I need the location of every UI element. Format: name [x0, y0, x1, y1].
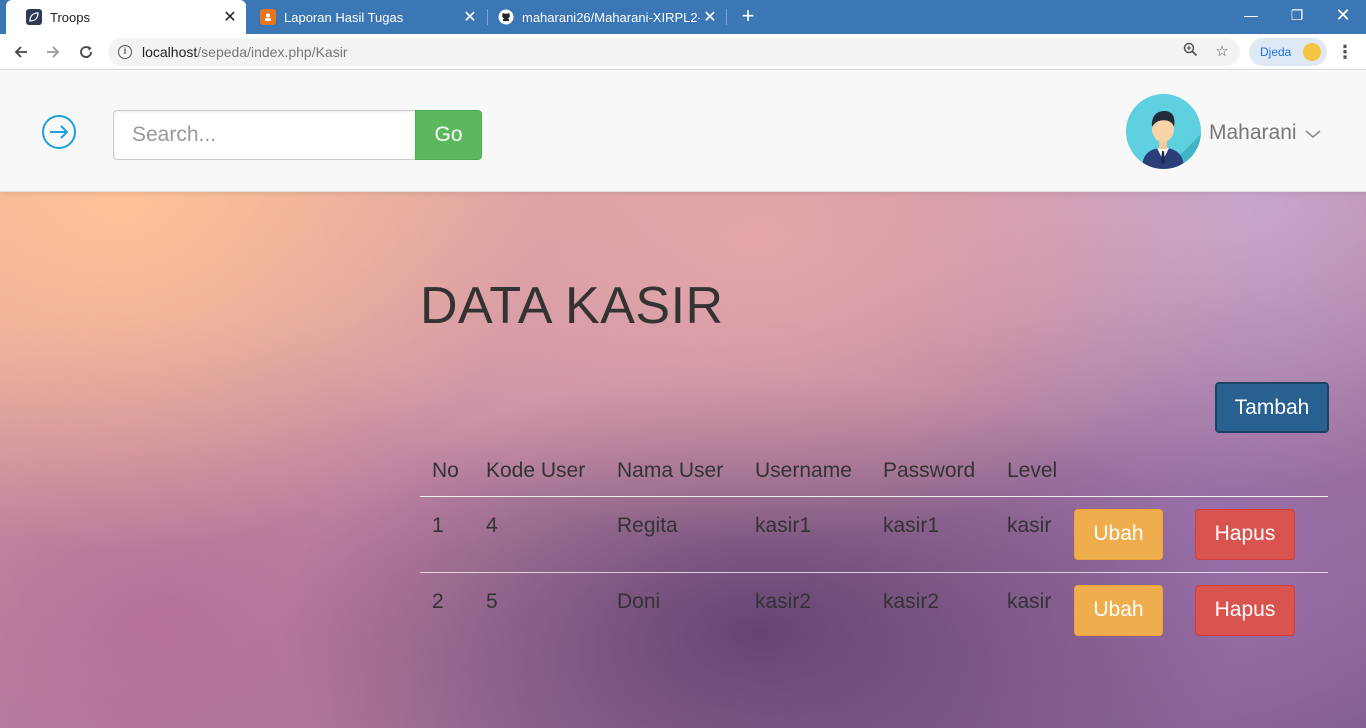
page-background: Go Maharani DATA KASIR Tambah No Kode Us…: [0, 71, 1366, 728]
close-tab-icon[interactable]: ✕: [700, 7, 720, 27]
address-bar[interactable]: i localhost/sepeda/index.php/Kasir ☆: [108, 38, 1240, 66]
col-level: Level: [995, 446, 1074, 497]
plus-icon[interactable]: +: [736, 5, 760, 29]
page-title: DATA KASIR: [420, 277, 724, 335]
profile-chip[interactable]: Djeda: [1249, 38, 1327, 66]
cell-no: 2: [420, 571, 474, 648]
col-edit: [1074, 446, 1195, 497]
github-icon: [498, 9, 514, 25]
sidebar-toggle-arrow-icon[interactable]: [41, 115, 77, 151]
search-input[interactable]: [113, 110, 417, 160]
back-icon[interactable]: [9, 40, 33, 64]
kasir-table: No Kode User Nama User Username Password…: [420, 446, 1328, 648]
delete-button[interactable]: Hapus: [1195, 584, 1295, 636]
cell-username: kasir2: [743, 571, 871, 648]
edit-button[interactable]: Ubah: [1074, 508, 1163, 560]
avatar[interactable]: [1126, 94, 1201, 169]
cell-password: kasir1: [871, 495, 995, 572]
col-delete: [1195, 446, 1328, 497]
forward-icon[interactable]: [41, 40, 65, 64]
bookmark-star-icon[interactable]: ☆: [1212, 42, 1232, 62]
cell-kode-user: 5: [474, 571, 605, 648]
go-button[interactable]: Go: [415, 110, 482, 160]
cell-username: kasir1: [743, 495, 871, 572]
browser-tabstrip: Troops ✕ Laporan Hasil Tugas ✕ maharani2…: [0, 0, 1366, 34]
user-name[interactable]: Maharani: [1209, 121, 1297, 145]
table-header-row: No Kode User Nama User Username Password…: [420, 446, 1328, 497]
col-nama-user: Nama User: [605, 446, 743, 497]
cell-level: kasir: [995, 571, 1074, 648]
cell-nama-user: Regita: [605, 495, 743, 572]
cell-kode-user: 4: [474, 495, 605, 572]
col-kode-user: Kode User: [474, 446, 605, 497]
table-row: 1 4 Regita kasir1 kasir1 kasir Ubah Hapu…: [420, 495, 1328, 572]
emoji-avatar-icon: [1303, 43, 1321, 61]
add-button[interactable]: Tambah: [1215, 382, 1329, 433]
leaf-icon: [26, 9, 42, 25]
close-tab-icon[interactable]: ✕: [460, 7, 480, 27]
col-no: No: [420, 446, 474, 497]
zoom-icon[interactable]: [1180, 42, 1200, 62]
col-username: Username: [743, 446, 871, 497]
edit-button[interactable]: Ubah: [1074, 584, 1163, 636]
restore-icon[interactable]: ❐: [1274, 0, 1320, 30]
cell-no: 1: [420, 495, 474, 572]
chevron-down-icon[interactable]: [1304, 128, 1322, 140]
classroom-icon: [260, 9, 276, 25]
address-url: localhost/sepeda/index.php/Kasir: [142, 44, 348, 60]
browser-tab-troops[interactable]: Troops ✕: [6, 0, 246, 34]
cell-level: kasir: [995, 495, 1074, 572]
info-icon[interactable]: i: [118, 45, 132, 59]
browser-toolbar: i localhost/sepeda/index.php/Kasir ☆ Dje…: [0, 34, 1366, 70]
app-navbar: Go Maharani: [0, 71, 1366, 192]
cell-nama-user: Doni: [605, 571, 743, 648]
close-tab-icon[interactable]: ✕: [220, 7, 240, 27]
table-row: 2 5 Doni kasir2 kasir2 kasir Ubah Hapus: [420, 571, 1328, 648]
col-password: Password: [871, 446, 995, 497]
close-window-icon[interactable]: ✕: [1320, 0, 1366, 30]
minimize-icon[interactable]: —: [1228, 0, 1274, 30]
browser-tab-laporan[interactable]: Laporan Hasil Tugas ✕: [240, 0, 486, 34]
more-menu-icon[interactable]: ⋮: [1336, 40, 1354, 64]
cell-password: kasir2: [871, 571, 995, 648]
reload-icon[interactable]: [74, 40, 98, 64]
browser-tab-github[interactable]: maharani26/Maharani-XIRPL2-22 ✕: [478, 0, 726, 34]
delete-button[interactable]: Hapus: [1195, 508, 1295, 560]
